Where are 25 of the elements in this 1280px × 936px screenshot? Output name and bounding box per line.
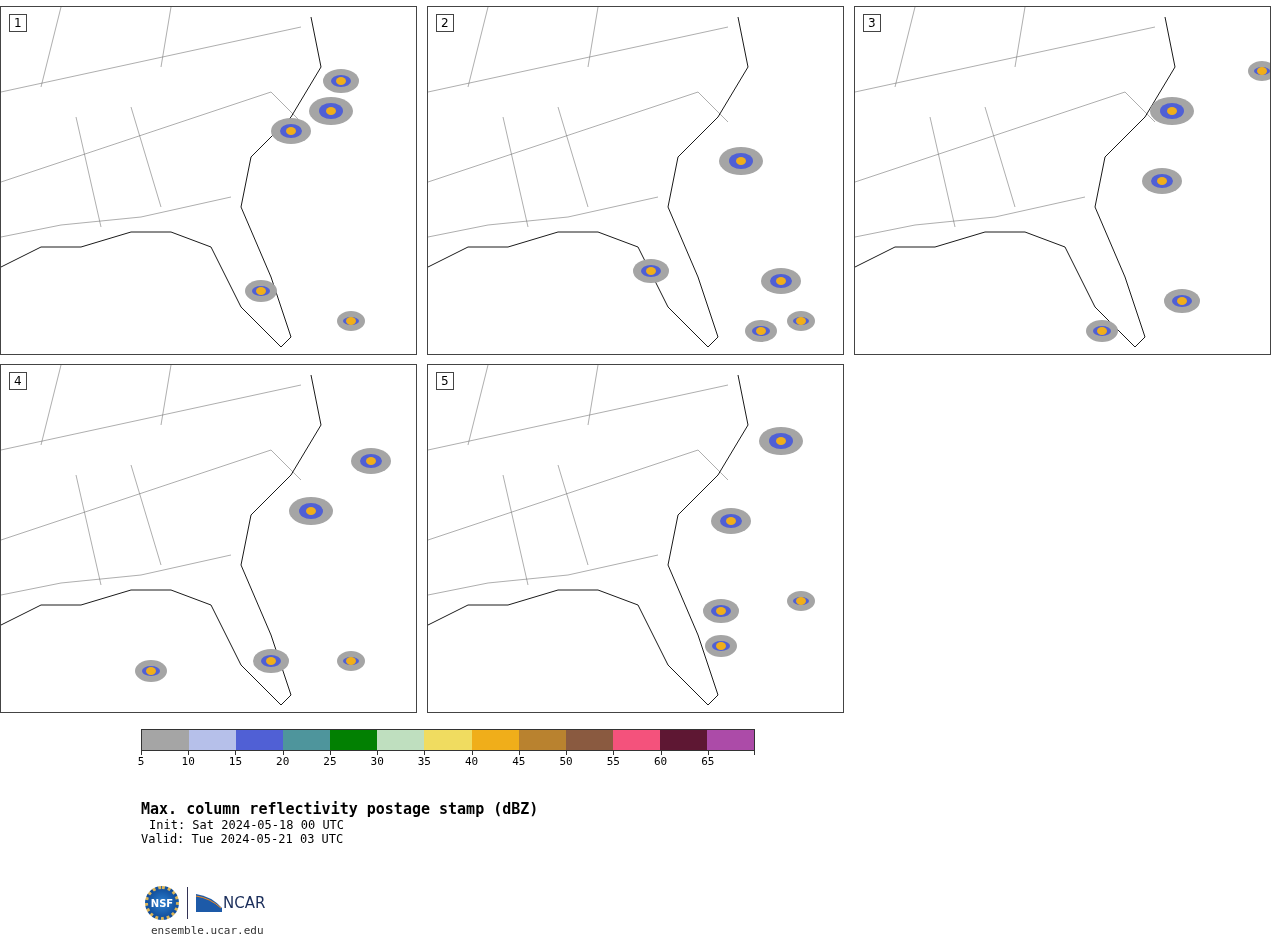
panel-number: 5: [436, 372, 454, 390]
tick-label: 10: [181, 755, 195, 768]
tick-label: 65: [701, 755, 715, 768]
site-url: ensemble.ucar.edu: [151, 924, 265, 936]
tick-label: 35: [417, 755, 431, 768]
panel-number: 4: [9, 372, 27, 390]
panel-number: 3: [863, 14, 881, 32]
tick-label: 15: [228, 755, 243, 768]
ncar-logo-text: NCAR: [223, 894, 266, 912]
valid-time: Valid: Tue 2024-05-21 03 UTC: [141, 832, 345, 846]
swoosh-icon: [196, 894, 222, 912]
init-time: Init: Sat 2024-05-18 00 UTC: [148, 818, 346, 832]
nsf-logo: NSF: [145, 886, 179, 920]
tick-label: 50: [559, 755, 573, 768]
tick-label: 45: [512, 755, 526, 768]
tick-label: 20: [276, 755, 290, 768]
panel-number: 2: [436, 14, 454, 32]
tick-label: 25: [323, 755, 337, 768]
tick-label: 30: [370, 755, 384, 768]
tick-label: 5: [137, 755, 145, 768]
tick-label: 55: [606, 755, 620, 768]
chart-title: Max. column reflectivity postage stamp (dBZ): [141, 800, 540, 818]
tick-label: 40: [465, 755, 479, 768]
tick-label: 60: [653, 755, 668, 768]
panel-number: 1: [9, 14, 27, 32]
